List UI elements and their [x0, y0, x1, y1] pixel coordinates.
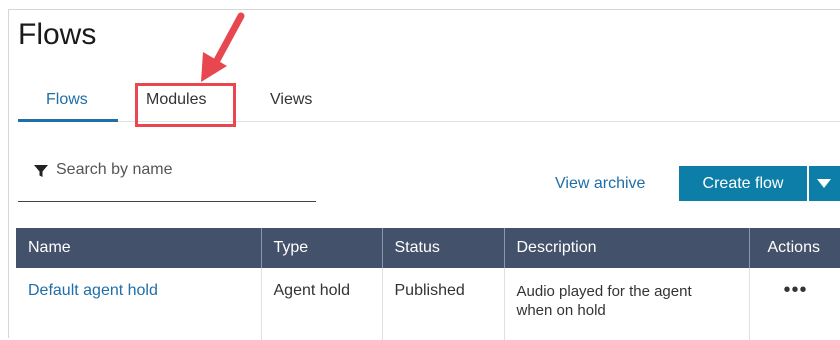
flows-table: Name Type Status Description Actions Def…: [16, 228, 840, 340]
flow-name-link[interactable]: Default agent hold: [28, 282, 158, 299]
tab-views[interactable]: Views: [270, 91, 312, 109]
tab-flows[interactable]: Flows: [46, 91, 88, 109]
more-actions-icon[interactable]: •••: [762, 279, 808, 301]
active-tab-indicator: [18, 119, 118, 122]
cell-actions: •••: [749, 268, 840, 340]
cell-type: Agent hold: [261, 268, 383, 340]
create-flow-button[interactable]: Create flow: [679, 166, 807, 201]
cell-status: Published: [382, 268, 505, 340]
filter-icon: [34, 165, 48, 177]
table-row: Default agent hold Agent hold Published …: [16, 268, 840, 340]
column-header-description[interactable]: Description: [504, 228, 750, 268]
search-field: [18, 150, 316, 202]
view-archive-link[interactable]: View archive: [555, 175, 645, 193]
page-title: Flows: [18, 18, 97, 51]
column-header-actions: Actions: [749, 228, 840, 268]
search-input[interactable]: [56, 157, 306, 183]
column-header-status[interactable]: Status: [382, 228, 505, 268]
caret-down-icon: [817, 179, 831, 188]
cell-description: Audio played for the agent when on hold: [504, 268, 750, 340]
tabs-divider: [18, 121, 840, 122]
annotation-arrow-icon: [201, 12, 245, 82]
cell-name: Default agent hold: [16, 268, 262, 340]
flow-description: Audio played for the agent when on hold: [516, 283, 692, 319]
table-header-row: Name Type Status Description Actions: [16, 228, 840, 268]
tab-modules[interactable]: Modules: [146, 91, 206, 109]
column-header-name[interactable]: Name: [16, 228, 262, 268]
create-flow-dropdown-button[interactable]: [809, 166, 840, 201]
column-header-type[interactable]: Type: [261, 228, 383, 268]
